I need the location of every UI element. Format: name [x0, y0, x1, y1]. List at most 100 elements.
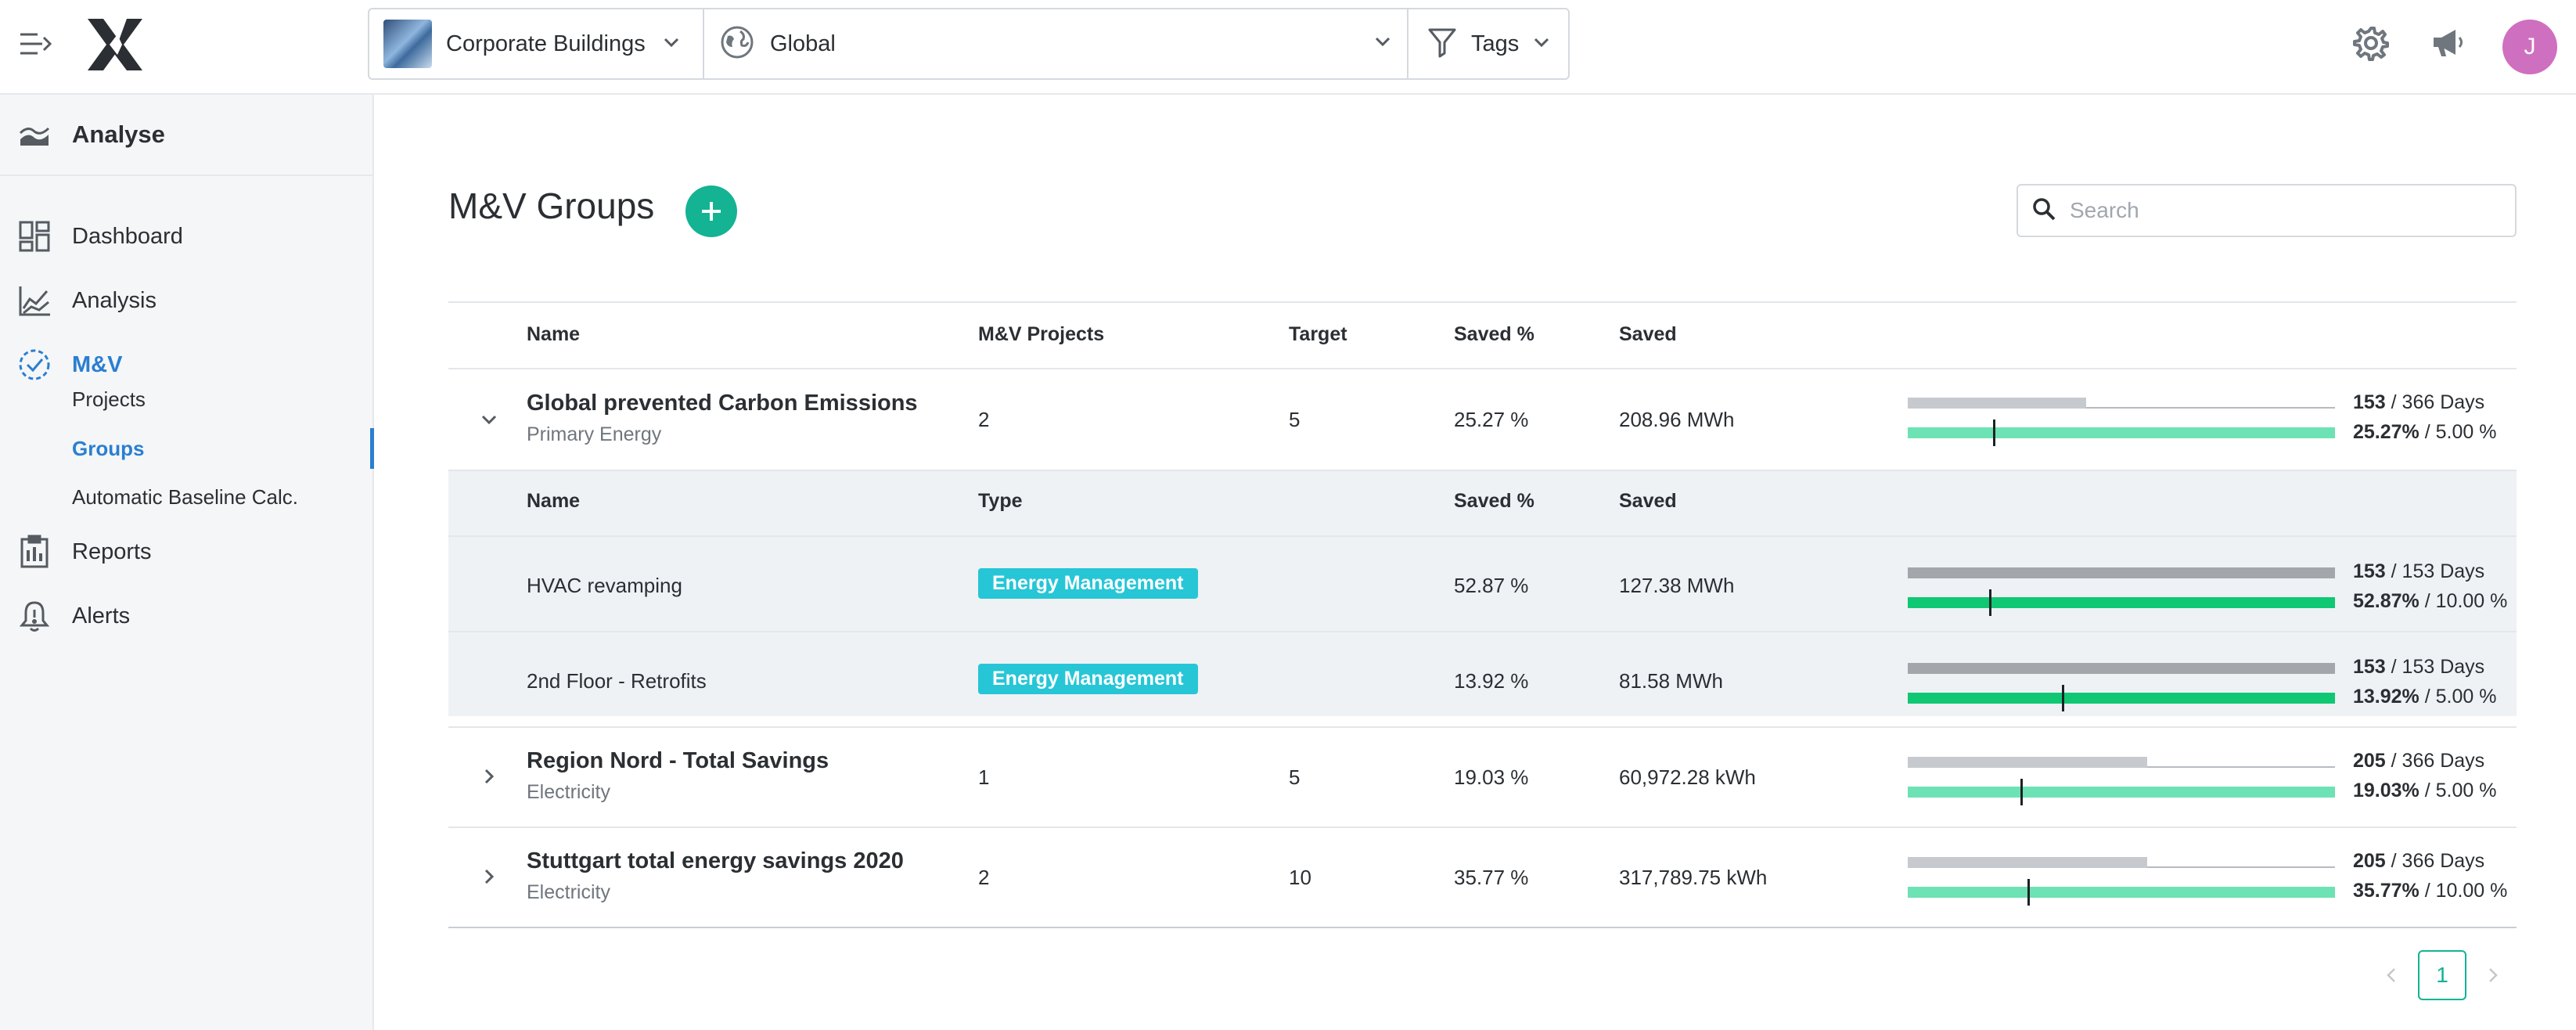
savings-target: / 5.00 %	[2419, 421, 2497, 443]
sidebar-item-analysis[interactable]: Analysis	[0, 277, 372, 324]
user-avatar[interactable]: J	[2502, 20, 2557, 74]
group-name[interactable]: Region Nord - Total Savings	[527, 748, 829, 774]
days-progress-bar	[1908, 567, 2335, 578]
sidebar-item-label: Alerts	[72, 603, 131, 628]
days-progress-bar	[1908, 757, 2147, 768]
mv-groups-table: Name M&V Projects Target Saved % Saved G…	[448, 301, 2517, 928]
savings-target-marker	[1989, 589, 1991, 616]
sidebar-item-label: Analysis	[72, 287, 157, 313]
sidebar-item-alerts[interactable]: Alerts	[0, 592, 372, 639]
sidebar-subitem-projects[interactable]: Projects	[72, 380, 146, 419]
prev-page-icon[interactable]	[2376, 960, 2407, 991]
add-group-button[interactable]	[685, 185, 737, 237]
savings-target-marker	[1993, 420, 1995, 446]
savings-pct: 19.03%	[2353, 780, 2419, 801]
context-selector-group: Corporate Buildings Global Tags	[368, 8, 1570, 80]
row-divider	[448, 470, 2517, 471]
expand-chevron-icon[interactable]	[473, 761, 505, 792]
project-type-badge: Energy Management	[978, 664, 1198, 694]
group-saved-pct: 19.03 %	[1454, 765, 1529, 789]
savings-text: 19.03% / 5.00 %	[2353, 780, 2517, 802]
check-circle-icon	[17, 348, 52, 382]
sidebar-item-label: M&V	[72, 351, 123, 377]
page-number-current[interactable]: 1	[2418, 950, 2466, 1000]
savings-target: / 10.00 %	[2419, 590, 2508, 612]
days-total: / 366 Days	[2385, 391, 2485, 413]
savings-text: 25.27% / 5.00 %	[2353, 421, 2517, 444]
table-row-group[interactable]: Region Nord - Total Savings Electricity …	[448, 728, 2517, 827]
site-selector[interactable]: Corporate Buildings	[369, 9, 704, 78]
sidebar-item-mv[interactable]: M&V	[0, 341, 372, 388]
savings-target: / 5.00 %	[2419, 780, 2497, 801]
menu-toggle-icon[interactable]	[19, 30, 53, 58]
chevron-down-icon	[1374, 36, 1391, 51]
sidebar-item-dashboard[interactable]: Dashboard	[0, 213, 372, 260]
expand-chevron-icon[interactable]	[473, 861, 505, 892]
savings-progress-bar	[1908, 787, 2335, 798]
sidebar-item-reports[interactable]: Reports	[0, 528, 372, 575]
gear-icon[interactable]	[2351, 23, 2391, 63]
savings-target: / 10.00 %	[2419, 880, 2508, 902]
progress-gauge	[1908, 396, 2335, 446]
site-selector-label: Corporate Buildings	[446, 31, 646, 56]
group-projects-count: 2	[978, 866, 990, 889]
clipboard-icon	[17, 535, 52, 569]
subcolumn-header-name[interactable]: Name	[527, 490, 580, 513]
group-name[interactable]: Global prevented Carbon Emissions	[527, 391, 918, 416]
days-total: / 366 Days	[2385, 850, 2485, 872]
savings-target-marker	[2020, 779, 2023, 805]
table-row-project[interactable]: 2nd Floor - Retrofits Energy Management …	[448, 632, 2517, 716]
project-name[interactable]: HVAC revamping	[527, 574, 682, 598]
days-text: 205 / 366 Days	[2353, 850, 2517, 873]
project-saved: 127.38 MWh	[1619, 574, 1735, 597]
group-saved: 317,789.75 kWh	[1619, 866, 1768, 889]
group-name[interactable]: Stuttgart total energy savings 2020	[527, 848, 904, 874]
table-row-group[interactable]: Global prevented Carbon Emissions Primar…	[448, 369, 2517, 470]
sidebar-section-analyse[interactable]: Analyse	[0, 95, 372, 176]
subcolumn-header-saved-pct[interactable]: Saved %	[1454, 490, 1534, 513]
search-input[interactable]	[2068, 197, 2491, 224]
column-header-name[interactable]: Name	[527, 323, 580, 346]
table-top-border	[448, 301, 2517, 303]
project-type-badge: Energy Management	[978, 568, 1198, 599]
next-page-icon[interactable]	[2477, 960, 2509, 991]
days-text: 153 / 366 Days	[2353, 391, 2517, 414]
progress-gauge	[1908, 661, 2335, 711]
days-progress-bar	[1908, 663, 2335, 674]
search-box[interactable]	[2017, 184, 2517, 237]
column-header-target[interactable]: Target	[1289, 323, 1347, 346]
table-row-project[interactable]: HVAC revamping Energy Management 52.87 %…	[448, 537, 2517, 631]
project-name[interactable]: 2nd Floor - Retrofits	[527, 669, 707, 693]
scope-selector[interactable]: Global	[704, 9, 1409, 78]
group-saved: 60,972.28 kWh	[1619, 765, 1756, 789]
project-saved-pct: 52.87 %	[1454, 574, 1529, 597]
progress-gauge	[1908, 566, 2335, 616]
savings-target: / 5.00 %	[2419, 686, 2497, 708]
sidebar-subitem-groups[interactable]: Groups	[72, 429, 144, 468]
days-progress-bar	[1908, 857, 2147, 868]
sidebar-item-label: Reports	[72, 538, 152, 564]
search-icon	[2032, 197, 2056, 225]
page-title: M&V Groups	[448, 185, 655, 226]
collapse-chevron-icon[interactable]	[473, 404, 505, 435]
days-done: 153	[2353, 656, 2386, 678]
column-header-saved-pct[interactable]: Saved %	[1454, 323, 1534, 346]
tags-filter[interactable]: Tags	[1409, 9, 1568, 78]
sidebar-subitem-automatic-baseline[interactable]: Automatic Baseline Calc.	[72, 477, 298, 517]
savings-target-marker	[2062, 685, 2064, 711]
progress-gauge	[1908, 755, 2335, 805]
group-target: 10	[1289, 866, 1311, 889]
subcolumn-header-saved[interactable]: Saved	[1619, 490, 1677, 513]
analyse-icon	[17, 117, 52, 152]
column-header-projects[interactable]: M&V Projects	[978, 323, 1104, 346]
table-row-group[interactable]: Stuttgart total energy savings 2020 Elec…	[448, 828, 2517, 927]
app-logo[interactable]	[86, 17, 144, 72]
savings-text: 13.92% / 5.00 %	[2353, 686, 2517, 708]
sidebar-section-label: Analyse	[72, 121, 165, 148]
column-header-saved[interactable]: Saved	[1619, 323, 1677, 346]
filter-icon	[1427, 27, 1457, 62]
subcolumn-header-type[interactable]: Type	[978, 490, 1023, 513]
top-bar: Corporate Buildings Global Tags J	[0, 0, 2576, 95]
megaphone-icon[interactable]	[2429, 23, 2468, 63]
group-energy-type: Electricity	[527, 881, 610, 903]
